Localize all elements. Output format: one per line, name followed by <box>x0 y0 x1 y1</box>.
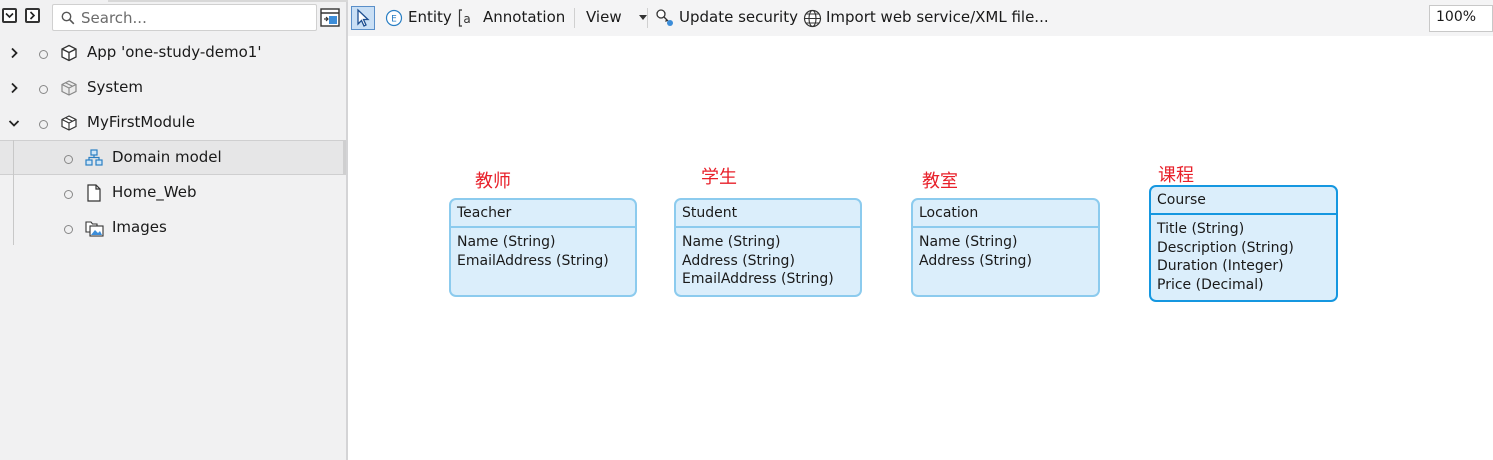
entity-attribute[interactable]: Name (String) <box>682 233 854 252</box>
tree-item-label: Images <box>112 218 167 236</box>
entity-icon: E <box>385 9 403 27</box>
entity-location[interactable]: Location Name (String) Address (String) <box>911 198 1100 297</box>
zoom-input[interactable]: 100% <box>1429 5 1493 32</box>
status-circle-icon <box>64 155 73 164</box>
annotation-note[interactable]: 学生 <box>701 163 737 189</box>
entity-attribute[interactable]: Address (String) <box>682 252 854 271</box>
entity-attributes: Name (String) EmailAddress (String) <box>451 228 635 275</box>
entity-student[interactable]: Student Name (String) Address (String) E… <box>674 198 862 297</box>
package-icon <box>61 44 77 62</box>
annotation-label: Annotation <box>483 8 566 26</box>
chevron-right-icon[interactable] <box>8 82 20 94</box>
chevron-right-icon <box>29 11 36 20</box>
domain-model-icon <box>85 149 103 166</box>
tree-item-label: App 'one-study-demo1' <box>87 43 262 61</box>
cursor-arrow-icon <box>357 8 370 27</box>
entity-name: Teacher <box>451 200 635 228</box>
import-label: Import web service/XML file... <box>826 8 1049 26</box>
collapse-all-button[interactable] <box>2 8 17 23</box>
entity-course[interactable]: Course Title (String) Description (Strin… <box>1149 185 1338 302</box>
toolbar-separator <box>647 8 648 28</box>
module-icon <box>61 80 77 96</box>
status-circle-icon <box>64 225 73 234</box>
update-security-label: Update security <box>679 8 798 26</box>
domain-model-canvas[interactable]: 教师 学生 教室 课程 Teacher Name (String) EmailA… <box>348 36 1493 460</box>
annotation-icon: a <box>458 9 471 27</box>
entity-attribute[interactable]: Description (String) <box>1157 239 1330 258</box>
entity-label: Entity <box>408 8 452 26</box>
entity-attribute[interactable]: Title (String) <box>1157 220 1330 239</box>
page-icon <box>87 184 101 202</box>
entity-name: Course <box>1151 187 1336 215</box>
svg-text:E: E <box>391 15 397 25</box>
caret-down-icon <box>639 15 647 20</box>
tree-item-domain-model[interactable]: Domain model <box>0 140 346 175</box>
svg-text:a: a <box>463 12 470 26</box>
security-key-icon <box>656 9 673 26</box>
search-icon <box>61 11 75 25</box>
entity-attribute[interactable]: EmailAddress (String) <box>457 252 629 271</box>
select-tool-button[interactable] <box>351 6 375 30</box>
tree-item-label: System <box>87 78 143 96</box>
entity-attributes: Name (String) Address (String) EmailAddr… <box>676 228 860 294</box>
status-circle-icon <box>39 85 48 94</box>
status-circle-icon <box>64 190 73 199</box>
layout-toggle-icon[interactable] <box>320 8 340 27</box>
chevron-down-icon[interactable] <box>8 117 20 129</box>
expand-button[interactable] <box>25 8 40 23</box>
annotation-note[interactable]: 教室 <box>922 167 958 193</box>
module-icon <box>61 115 77 131</box>
entity-attribute[interactable]: Address (String) <box>919 252 1092 271</box>
tree-item-label: Home_Web <box>112 183 197 201</box>
domain-model-toolbar: E Entity a Annotation View Update securi… <box>348 0 1493 36</box>
annotation-note[interactable]: 课程 <box>1158 161 1194 187</box>
status-circle-icon <box>39 120 48 129</box>
entity-name: Student <box>676 200 860 228</box>
view-label: View <box>586 8 622 26</box>
tree-guide-line <box>13 140 14 245</box>
chevron-down-icon <box>5 12 14 19</box>
annotation-note[interactable]: 教师 <box>475 167 511 193</box>
chevron-right-icon[interactable] <box>8 47 20 59</box>
tree-item-app[interactable]: App 'one-study-demo1' <box>0 36 346 71</box>
tree-item-system[interactable]: System <box>0 71 346 106</box>
entity-teacher[interactable]: Teacher Name (String) EmailAddress (Stri… <box>449 198 637 297</box>
tree-item-home-web[interactable]: Home_Web <box>0 176 346 211</box>
search-box[interactable] <box>52 4 317 31</box>
images-icon <box>85 221 104 237</box>
entity-name: Location <box>913 200 1098 228</box>
status-circle-icon <box>39 50 48 59</box>
tree-item-label: Domain model <box>112 148 222 166</box>
entity-attribute[interactable]: EmailAddress (String) <box>682 270 854 289</box>
tree-item-myfirstmodule[interactable]: MyFirstModule <box>0 106 346 141</box>
view-dropdown[interactable]: View <box>586 8 647 26</box>
entity-attributes: Name (String) Address (String) <box>913 228 1098 275</box>
entity-attribute[interactable]: Duration (Integer) <box>1157 257 1330 276</box>
explorer-toolbar <box>0 0 346 36</box>
search-input[interactable] <box>81 8 311 27</box>
tree-item-label: MyFirstModule <box>87 113 195 131</box>
entity-attribute[interactable]: Name (String) <box>919 233 1092 252</box>
entity-attribute[interactable]: Name (String) <box>457 233 629 252</box>
globe-icon <box>803 9 822 28</box>
entity-attributes: Title (String) Description (String) Dura… <box>1151 215 1336 299</box>
toolbar-separator <box>574 8 575 28</box>
project-explorer: App 'one-study-demo1' System MyFirstModu… <box>0 0 348 460</box>
tree-item-images[interactable]: Images <box>0 211 346 246</box>
entity-attribute[interactable]: Price (Decimal) <box>1157 276 1330 295</box>
